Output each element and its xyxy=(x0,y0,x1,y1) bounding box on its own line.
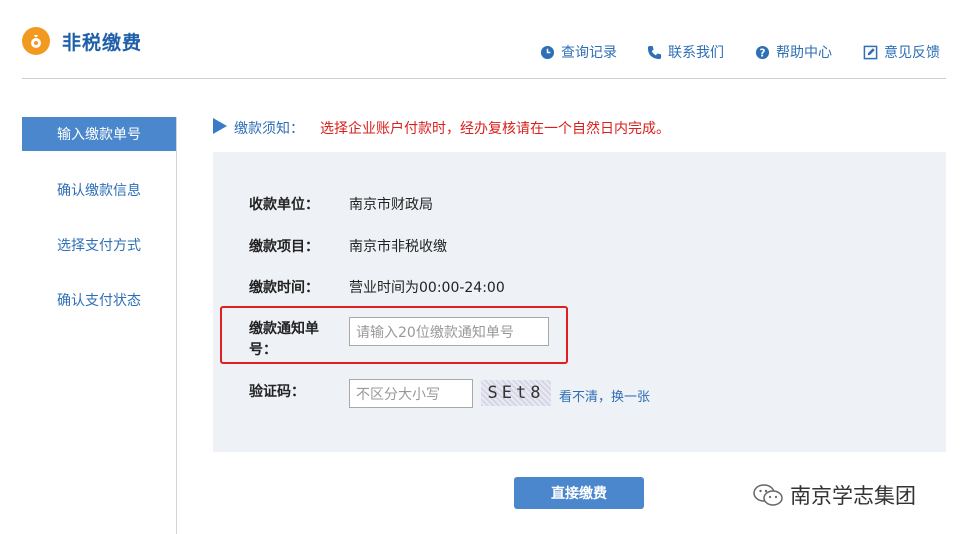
nav-label: 查询记录 xyxy=(561,45,617,61)
payee-label: 收款单位： xyxy=(249,197,319,213)
item-value: 南京市非税收缴 xyxy=(349,239,447,255)
captcha-refresh-link[interactable]: 看不清，换一张 xyxy=(559,386,650,405)
time-label: 缴款时间： xyxy=(249,280,319,296)
direct-pay-button[interactable]: 直接缴费 xyxy=(514,477,644,509)
notice-text: 选择企业账户付款时，经办复核请在一个自然日内完成。 xyxy=(320,121,670,137)
nav-label: 意见反馈 xyxy=(884,45,940,61)
captcha-label: 验证码： xyxy=(249,384,305,400)
nav-query-records[interactable]: 查询记录 xyxy=(540,42,617,62)
sidebar-item-enter-notice-number[interactable]: 输入缴款单号 xyxy=(22,117,176,151)
app-title: 非税缴费 xyxy=(62,32,143,54)
edit-icon xyxy=(863,45,878,59)
notice-number-label-line1: 缴款通知单 xyxy=(249,321,319,337)
notice-number-input[interactable]: 请输入20位缴款通知单号 xyxy=(349,317,549,346)
captcha-text: SEt8 xyxy=(487,383,545,403)
item-label: 缴款项目： xyxy=(249,239,319,255)
phone-icon xyxy=(647,45,662,59)
svg-text:?: ? xyxy=(760,47,766,59)
payment-form-panel xyxy=(213,152,946,452)
time-value: 营业时间为00:00-24:00 xyxy=(349,280,505,296)
clock-icon xyxy=(540,45,555,59)
wechat-icon xyxy=(753,484,783,506)
watermark-text: 南京学志集团 xyxy=(790,484,916,508)
nav-contact-us[interactable]: 联系我们 xyxy=(647,42,724,62)
sidebar-item-select-payment-method[interactable]: 选择支付方式 xyxy=(22,235,176,255)
payee-value: 南京市财政局 xyxy=(349,197,433,213)
notice-number-placeholder: 请输入20位缴款通知单号 xyxy=(356,324,514,341)
money-bag-icon xyxy=(22,27,50,55)
sidebar-divider xyxy=(176,117,177,534)
watermark: 南京学志集团 xyxy=(752,480,916,510)
nav-feedback[interactable]: 意见反馈 xyxy=(863,42,940,62)
captcha-image[interactable]: SEt8 xyxy=(481,380,551,406)
nav-help-center[interactable]: ? 帮助中心 xyxy=(755,42,832,62)
nav-label: 联系我们 xyxy=(668,45,724,61)
triangle-arrow-icon xyxy=(213,118,227,134)
nav-label: 帮助中心 xyxy=(776,45,832,61)
captcha-input[interactable]: 不区分大小写 xyxy=(349,379,473,408)
captcha-placeholder: 不区分大小写 xyxy=(356,386,440,403)
sidebar-item-confirm-payment-status[interactable]: 确认支付状态 xyxy=(22,290,176,310)
notice-label: 缴款须知： xyxy=(234,121,304,137)
notice-number-label-line2: 号： xyxy=(249,342,277,358)
header-divider xyxy=(22,78,946,79)
help-icon: ? xyxy=(755,45,770,59)
sidebar-item-confirm-payment-info[interactable]: 确认缴款信息 xyxy=(22,180,176,200)
